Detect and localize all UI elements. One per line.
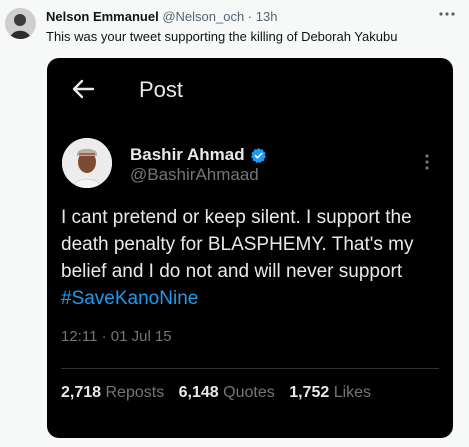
avatar-image-icon: [5, 8, 36, 39]
post-timestamp: 12:11 · 01 Jul 15: [61, 328, 172, 345]
embedded-author-avatar: [62, 138, 112, 188]
embedded-display-name: Bashir Ahmad: [130, 145, 245, 164]
reposts-label: Reposts: [105, 384, 165, 401]
likes-count: 1,752: [289, 384, 330, 401]
hashtag-link: #SaveKanoNine: [61, 288, 199, 309]
tweet-text: This was your tweet supporting the killi…: [46, 29, 398, 44]
embedded-handle: @BashirAhmaad: [130, 165, 259, 184]
author-name[interactable]: Nelson Emmanuel: [46, 9, 159, 24]
tweet-time[interactable]: 13h: [256, 9, 278, 24]
quotes-count: 6,148: [178, 384, 219, 401]
reposts-count: 2,718: [61, 384, 102, 401]
author-handle[interactable]: @Nelson_och: [162, 9, 244, 24]
post-topbar: Post: [47, 58, 453, 118]
verified-badge-icon: [250, 148, 267, 164]
more-horizontal-icon[interactable]: [437, 6, 457, 22]
post-body-text: I cant pretend or keep silent. I support…: [61, 207, 414, 282]
back-arrow-icon: [72, 79, 95, 99]
tweet-header: Nelson Emmanuel @Nelson_och · 13h This w…: [0, 0, 469, 48]
post-stats: 2,718 Reposts 6,148 Quotes 1,752 Likes: [61, 384, 371, 402]
embedded-post-body: I cant pretend or keep silent. I support…: [61, 204, 445, 312]
quotes-label: Quotes: [223, 384, 275, 401]
author-avatar[interactable]: [5, 8, 36, 39]
meta-separator: ·: [244, 9, 256, 24]
avatar-image-icon: [62, 138, 112, 188]
tweet-meta: Nelson Emmanuel @Nelson_och · 13h: [46, 9, 277, 24]
more-vertical-icon: [425, 154, 429, 170]
likes-label: Likes: [333, 384, 372, 401]
post-title: Post: [139, 77, 184, 102]
embedded-post-screenshot[interactable]: Post Bashir Ahmad @BashirAhmaad I cant p…: [47, 58, 453, 438]
divider: [61, 368, 439, 369]
